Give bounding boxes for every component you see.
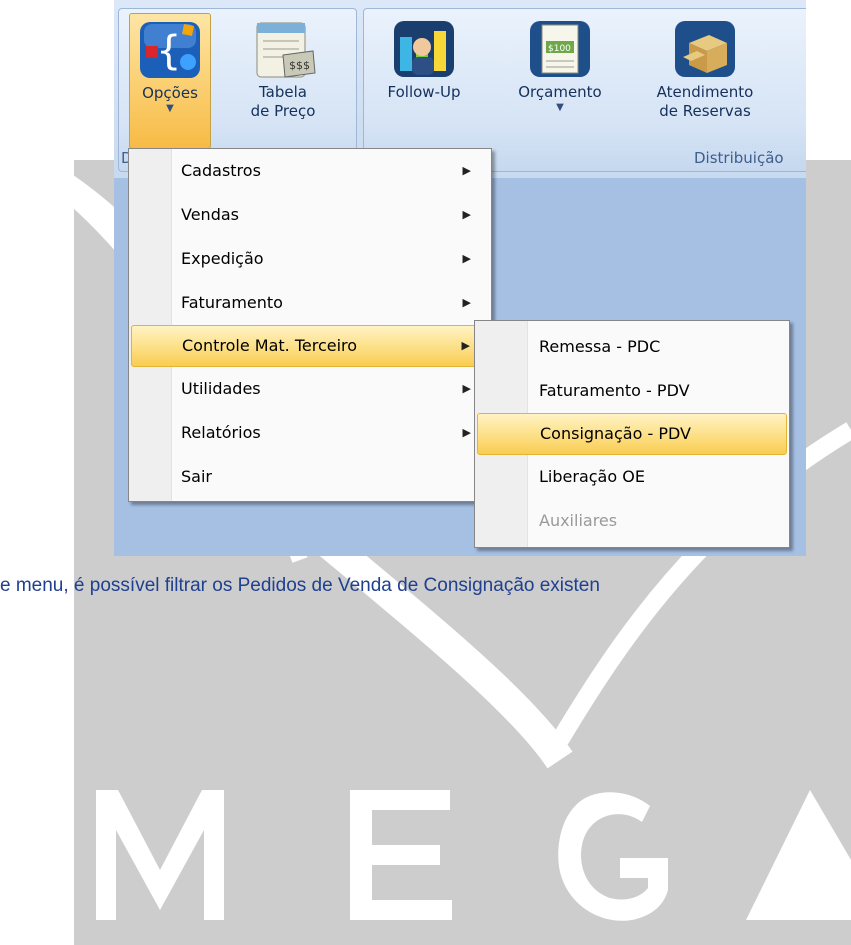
menu-item-label: Utilidades [181,379,261,398]
options-icon: { [140,22,200,78]
atendimento-de-reservas-button[interactable]: Atendimento de Reservas [644,13,766,147]
submenu-item-consignacao-pdv[interactable]: Consignação - PDV [477,413,787,455]
submenu-arrow-icon: ▶ [462,296,471,309]
chevron-down-icon: ▼ [166,103,174,114]
menu-item-label: Cadastros [181,161,261,180]
follow-up-label: Follow-Up [387,83,461,101]
submenu-item-faturamento-pdv[interactable]: Faturamento - PDV [477,371,787,411]
submenu-arrow-icon: ▶ [462,164,471,177]
opcoes-label: Opções [142,84,198,102]
chevron-down-icon: ▼ [556,102,564,113]
atendimento-label-line1: Atendimento [656,83,754,101]
svg-text:$$$: $$$ [289,59,310,72]
reservations-icon [675,21,735,77]
orcamento-label: Orçamento [518,83,602,101]
menu-item-expedicao[interactable]: Expedição ▶ [131,239,489,279]
menu-item-faturamento[interactable]: Faturamento ▶ [131,283,489,323]
tabela-de-preco-button[interactable]: $$$ Tabela de Preço [231,13,335,147]
budget-icon: $100 [530,21,590,77]
tabela-label-line2: de Preço [250,102,316,120]
caption-text: e menu, é possível filtrar os Pedidos de… [0,575,600,596]
submenu-item-label: Consignação - PDV [540,424,691,443]
menu-item-vendas[interactable]: Vendas ▶ [131,195,489,235]
opcoes-button[interactable]: { Opções ▼ [129,13,211,149]
price-table-icon: $$$ [256,22,316,78]
follow-up-icon [394,21,454,77]
submenu-item-auxiliares: Auxiliares [477,501,787,541]
svg-text:{: { [156,28,181,74]
app-screenshot: { Opções ▼ $$$ Tabela de Preço D Follow-… [114,0,806,556]
menu-item-cadastros[interactable]: Cadastros ▶ [131,151,489,191]
orcamento-button[interactable]: $100 Orçamento ▼ [508,13,612,147]
menu-item-sair[interactable]: Sair [131,457,489,497]
submenu-item-liberacao-oe[interactable]: Liberação OE [477,457,787,497]
opcoes-menu: Cadastros ▶ Vendas ▶ Expedição ▶ Faturam… [128,148,492,502]
svg-text:$100: $100 [548,44,571,54]
follow-up-button[interactable]: Follow-Up [380,13,468,147]
menu-item-label: Sair [181,467,212,486]
controle-mat-terceiro-submenu: Remessa - PDC Faturamento - PDV Consigna… [474,320,790,548]
submenu-item-label: Remessa - PDC [539,337,661,356]
submenu-arrow-icon: ▶ [462,426,471,439]
menu-item-controle-mat-terceiro[interactable]: Controle Mat. Terceiro ▶ [131,325,489,367]
submenu-item-label: Auxiliares [539,511,618,530]
submenu-item-label: Faturamento - PDV [539,381,690,400]
submenu-arrow-icon: ▶ [461,339,470,352]
group2-caption: Distribuição [694,149,784,167]
submenu-item-label: Liberação OE [539,467,645,486]
menu-item-label: Relatórios [181,423,261,442]
menu-item-label: Expedição [181,249,264,268]
menu-item-utilidades[interactable]: Utilidades ▶ [131,369,489,409]
menu-item-label: Controle Mat. Terceiro [182,336,358,355]
menu-item-relatorios[interactable]: Relatórios ▶ [131,413,489,453]
tabela-label-line1: Tabela [259,83,307,101]
submenu-arrow-icon: ▶ [462,208,471,221]
atendimento-label-line2: de Reservas [659,102,751,120]
submenu-item-remessa-pdc[interactable]: Remessa - PDC [477,327,787,367]
submenu-arrow-icon: ▶ [462,252,471,265]
menu-item-label: Vendas [181,205,239,224]
menu-item-label: Faturamento [181,293,283,312]
submenu-arrow-icon: ▶ [462,382,471,395]
